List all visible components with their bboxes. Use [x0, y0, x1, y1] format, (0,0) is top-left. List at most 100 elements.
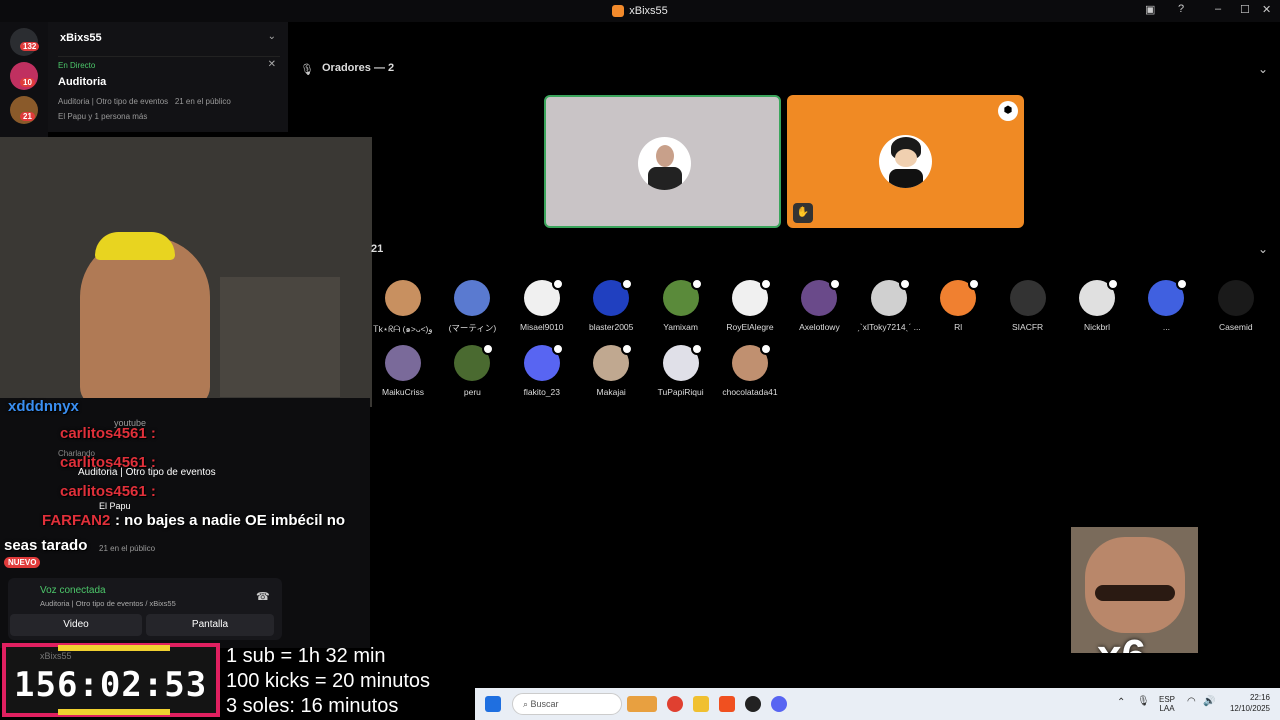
mention-badge: 132 [20, 42, 40, 51]
audience-avatar [454, 343, 495, 381]
start-icon[interactable] [485, 696, 501, 712]
chevron-down-icon[interactable]: ⌄ [268, 31, 276, 42]
rule-line: 3 soles: 16 minutos [226, 695, 399, 717]
audience-member[interactable]: MaikuCriss [368, 345, 438, 397]
volume-icon[interactable]: 🔊 [1203, 696, 1215, 707]
close-button[interactable]: ✕ [1262, 3, 1271, 16]
chrome-icon[interactable] [667, 696, 683, 712]
moderator-icon [621, 278, 634, 290]
stage-title[interactable]: Auditoria | Otro tipo de eventos [78, 467, 216, 478]
channel-panel: xBixs55 ⌄ En Directo Auditoria Auditoria… [48, 22, 288, 132]
microphone-tray-icon[interactable]: 🎙 [1137, 696, 1150, 707]
audience-name: ˏˋxIToky7214ˎˊ ... [856, 322, 921, 332]
screen-share-button[interactable]: Pantalla [146, 614, 274, 636]
maximize-button[interactable]: ☐ [1240, 3, 1250, 16]
rule-line: 100 kicks = 20 minutos [226, 670, 430, 692]
voice-path: Auditoria | Otro tipo de eventos / xBixs… [40, 599, 176, 608]
moderator-icon [551, 343, 564, 355]
discord-icon[interactable] [771, 696, 787, 712]
audience-member[interactable]: Misael9010 [507, 278, 577, 332]
wifi-icon[interactable]: ◠ [1187, 696, 1196, 707]
webcam-overlay [0, 137, 372, 407]
audience-avatar [1079, 278, 1119, 316]
audience-name: Casemid [1219, 322, 1253, 332]
audience-member[interactable]: Nickbrl [1062, 278, 1132, 332]
obs-icon[interactable] [745, 696, 761, 712]
audience-avatar [801, 278, 842, 316]
live-tag: En Directo [58, 61, 96, 70]
audience-member[interactable]: Makajai [576, 343, 646, 397]
audience-member[interactable]: flakito_23 [507, 343, 577, 397]
rule-line: 1 sub = 1h 32 min [226, 645, 386, 667]
moderator-icon [482, 343, 495, 355]
tray-chevron-icon[interactable]: ⌃ [1117, 697, 1125, 708]
audience-member[interactable]: chocolatada41 [715, 343, 785, 397]
audience-avatar [662, 343, 703, 381]
live-stage-card[interactable]: En Directo Auditoria Auditoria | Otro ti… [58, 56, 280, 126]
audience-member[interactable]: RoyElAlegre [715, 278, 785, 332]
language-indicator[interactable]: ESP LAA [1159, 695, 1175, 713]
audience-avatar [1217, 280, 1254, 316]
search-icon: ⌕ [523, 698, 531, 709]
brave-icon[interactable] [719, 696, 735, 712]
speakers-header: Oradores — 2 [322, 62, 395, 74]
speaker-tile[interactable] [544, 95, 781, 228]
mention-badge: 21 [20, 112, 35, 121]
audience-member[interactable]: Rl [923, 278, 993, 332]
help-icon[interactable]: ? [1178, 3, 1184, 15]
windows-taskbar: ⌕ Buscar ⌃ 🎙 ESP LAA ◠ 🔊 22:16 12/10/2025 [475, 688, 1280, 720]
audience-member[interactable]: Ꭲk⋆ᖇᗩ (๑˃ᴗ˂)ﻭ [368, 280, 438, 336]
file-explorer-icon[interactable] [693, 696, 709, 712]
audience-member[interactable]: Axelotlowy [784, 278, 854, 332]
moderator-icon [968, 278, 981, 290]
taskbar-search[interactable]: ⌕ Buscar [512, 693, 622, 715]
streamer-figure [80, 237, 210, 407]
live-meta: Auditoria | Otro tipo de eventos 21 en e… [58, 97, 231, 106]
audience-member[interactable]: SIACFR [993, 280, 1063, 332]
mention-badge: 10 [20, 78, 35, 87]
audience-name: Misael9010 [520, 322, 564, 332]
audience-member[interactable]: Casemid [1201, 280, 1271, 332]
video-button[interactable]: Video [10, 614, 142, 636]
hangup-icon[interactable]: ☎ [256, 590, 270, 603]
audience-name: Nickbrl [1084, 322, 1110, 332]
chat-username: xdddnnyx [8, 398, 79, 415]
moderator-icon [690, 278, 703, 290]
server-name[interactable]: xBixs55 [60, 32, 102, 44]
timer-value: 156:02:53 [14, 665, 208, 705]
inbox-icon[interactable]: ▣ [1145, 3, 1155, 16]
timer-user: xBixs55 [40, 651, 72, 661]
audience-avatar [870, 278, 911, 316]
audience-member[interactable]: ... [1131, 278, 1201, 332]
audience-member[interactable]: ˏˋxIToky7214ˎˊ ... [854, 278, 924, 332]
audience-name: Makajai [596, 387, 626, 397]
chevron-down-icon[interactable]: ⌄ [1258, 242, 1268, 256]
microphone-icon: 🎙 [300, 64, 314, 76]
audience-member[interactable]: (マーティン) [437, 280, 507, 334]
taskbar-clock[interactable]: 22:16 12/10/2025 [1230, 692, 1270, 714]
audience-name: ... [1162, 322, 1170, 332]
search-label: Buscar [530, 699, 559, 709]
minimize-button[interactable]: – [1215, 3, 1221, 15]
audience-avatar [523, 278, 564, 316]
moderator-icon [1107, 278, 1119, 290]
chevron-down-icon[interactable]: ⌄ [1258, 62, 1268, 76]
audience-name: Yamixam [663, 322, 698, 332]
speaker-avatar [638, 137, 691, 190]
audience-member[interactable]: blaster2005 [576, 278, 646, 332]
close-icon[interactable]: ✕ [268, 59, 276, 70]
timer-accent [58, 645, 170, 651]
audience-member[interactable]: Yamixam [646, 278, 716, 332]
window-title: xBixs55 [629, 5, 668, 17]
speaker-tile[interactable]: ⬢ ✋ [787, 95, 1024, 228]
widgets-icon[interactable] [627, 696, 657, 712]
sticker-text: x6 [1097, 631, 1146, 653]
audience-avatar [593, 278, 634, 316]
moderator-icon [829, 278, 842, 290]
audience-member[interactable]: peru [437, 343, 507, 397]
audience-member[interactable]: TuPapiRiqui [646, 343, 716, 397]
audience-name: blaster2005 [588, 322, 634, 332]
moderator-icon [898, 278, 911, 290]
audience-name: flakito_23 [523, 387, 560, 397]
audience-name: TuPapiRiqui [657, 387, 704, 397]
